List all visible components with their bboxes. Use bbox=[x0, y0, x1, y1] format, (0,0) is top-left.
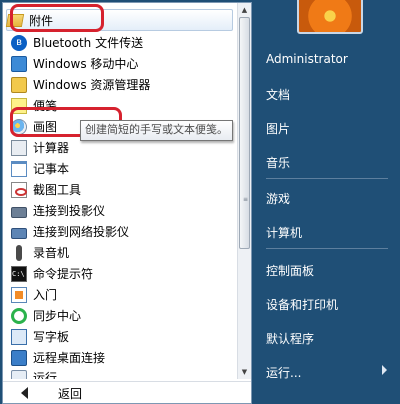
user-avatar[interactable] bbox=[297, 0, 363, 34]
scroll-thumb[interactable]: ≡ bbox=[239, 17, 250, 249]
computer-link[interactable]: 计算机 bbox=[266, 224, 302, 241]
default-programs-link[interactable]: 默认程序 bbox=[266, 330, 314, 347]
program-label: Windows 资源管理器 bbox=[33, 78, 151, 92]
grip-icon: ≡ bbox=[243, 196, 249, 203]
program-label: 计算器 bbox=[33, 141, 70, 155]
explorer-icon bbox=[11, 76, 27, 93]
program-sync-center[interactable]: 同步中心 bbox=[11, 305, 233, 326]
program-label: 命令提示符 bbox=[33, 267, 94, 281]
program-command-prompt[interactable]: C:\ 命令提示符 bbox=[11, 263, 233, 284]
program-label: 远程桌面连接 bbox=[33, 351, 106, 365]
program-label: 连接到网络投影仪 bbox=[33, 225, 130, 239]
program-network-projector[interactable]: 连接到网络投影仪 bbox=[11, 221, 233, 242]
program-list: 附件 ʙ Bluetooth 文件传送 Windows 移动中心 Windows… bbox=[3, 3, 237, 379]
devices-printers-link[interactable]: 设备和打印机 bbox=[266, 296, 338, 313]
program-notepad[interactable]: 记事本 bbox=[11, 158, 233, 179]
program-sound-recorder[interactable]: 录音机 bbox=[11, 242, 233, 263]
projector-icon bbox=[11, 206, 27, 218]
run-link[interactable]: 运行... bbox=[266, 364, 301, 381]
games-link[interactable]: 游戏 bbox=[266, 190, 290, 207]
network-projector-icon bbox=[11, 227, 27, 239]
program-bluetooth[interactable]: ʙ Bluetooth 文件传送 bbox=[11, 32, 233, 53]
programs-pane: 附件 ʙ Bluetooth 文件传送 Windows 移动中心 Windows… bbox=[2, 2, 252, 404]
run-icon bbox=[11, 369, 27, 379]
mobility-center-icon bbox=[11, 55, 27, 72]
pictures-link[interactable]: 图片 bbox=[266, 120, 290, 137]
program-run[interactable]: 运行 bbox=[11, 367, 233, 379]
back-arrow-icon bbox=[21, 387, 28, 399]
program-label: 写字板 bbox=[33, 330, 70, 344]
program-label: 入门 bbox=[33, 288, 58, 302]
tooltip: 创建简短的手写或文本便笺。 bbox=[80, 120, 233, 141]
program-label: 记事本 bbox=[33, 162, 70, 176]
remote-desktop-icon bbox=[11, 349, 27, 366]
highlight-accessories bbox=[10, 4, 104, 32]
program-mobility-center[interactable]: Windows 移动中心 bbox=[11, 53, 233, 74]
notepad-icon bbox=[11, 160, 27, 177]
user-name[interactable]: Administrator bbox=[266, 52, 348, 66]
program-label: 同步中心 bbox=[33, 309, 82, 323]
calculator-icon bbox=[11, 139, 27, 156]
program-connect-projector[interactable]: 连接到投影仪 bbox=[11, 200, 233, 221]
getting-started-icon bbox=[11, 286, 27, 303]
program-label: 截图工具 bbox=[33, 183, 82, 197]
program-getting-started[interactable]: 入门 bbox=[11, 284, 233, 305]
scroll-up-arrow-icon[interactable]: ▲ bbox=[238, 3, 251, 17]
scroll-down-arrow-icon[interactable]: ▼ bbox=[238, 365, 251, 379]
wordpad-icon bbox=[11, 328, 27, 345]
sync-center-icon bbox=[11, 307, 27, 324]
microphone-icon bbox=[16, 244, 22, 261]
program-explorer[interactable]: Windows 资源管理器 bbox=[11, 74, 233, 95]
program-remote-desktop[interactable]: 远程桌面连接 bbox=[11, 347, 233, 368]
bluetooth-icon: ʙ bbox=[11, 34, 27, 51]
separator bbox=[266, 248, 388, 249]
documents-link[interactable]: 文档 bbox=[266, 86, 290, 103]
program-label: Windows 移动中心 bbox=[33, 57, 139, 71]
program-label: 运行 bbox=[33, 371, 58, 379]
program-label: 录音机 bbox=[33, 246, 70, 260]
chevron-right-icon bbox=[382, 365, 387, 375]
music-link[interactable]: 音乐 bbox=[266, 154, 290, 171]
program-snipping-tool[interactable]: 截图工具 bbox=[11, 179, 233, 200]
back-label: 返回 bbox=[58, 386, 83, 401]
vertical-scrollbar[interactable]: ▲ ≡ ▼ bbox=[237, 3, 251, 379]
snipping-tool-icon bbox=[11, 181, 27, 198]
right-pane: Administrator 文档 图片 音乐 游戏 计算机 控制面板 设备和打印… bbox=[252, 0, 400, 404]
start-menu: 附件 ʙ Bluetooth 文件传送 Windows 移动中心 Windows… bbox=[0, 0, 400, 404]
program-wordpad[interactable]: 写字板 bbox=[11, 326, 233, 347]
back-button[interactable]: 返回 bbox=[3, 381, 251, 404]
program-label: 连接到投影仪 bbox=[33, 204, 106, 218]
command-prompt-icon: C:\ bbox=[11, 265, 27, 282]
program-label: Bluetooth 文件传送 bbox=[33, 36, 144, 50]
separator bbox=[266, 178, 388, 179]
control-panel-link[interactable]: 控制面板 bbox=[266, 262, 314, 279]
